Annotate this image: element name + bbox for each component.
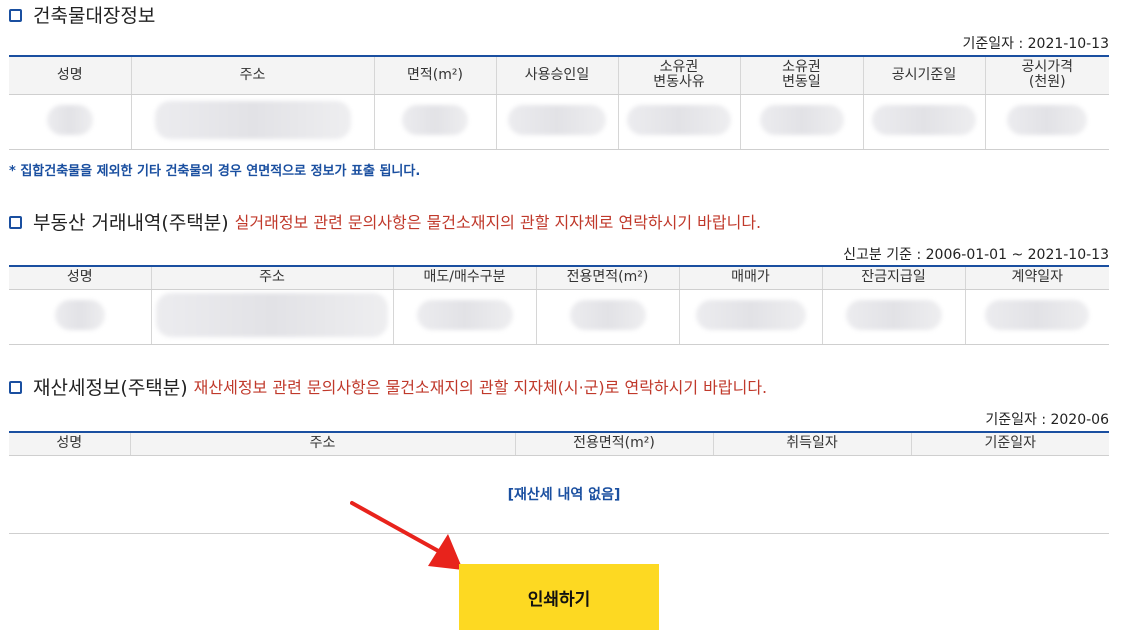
redacted-cell	[964, 289, 1109, 345]
building-section-title: 건축물대장정보	[9, 1, 155, 27]
building-footnote: * 집합건축물을 제외한 기타 건축물의 경우 연면적으로 정보가 표출 됩니다…	[9, 164, 421, 179]
property-tax-section-title: 재산세정보(주택분) 재산세정보 관련 문의사항은 물건소재지의 관할 지자체(…	[9, 373, 767, 399]
redacted-cell	[392, 289, 536, 345]
square-bullet-icon	[9, 216, 22, 229]
section-divider	[9, 533, 1109, 534]
table-row	[9, 94, 1109, 150]
transactions-col-balance-date: 잔금지급일	[821, 266, 965, 290]
property-tax-col-name: 성명	[9, 432, 130, 456]
building-col-approval-date: 사용승인일	[495, 56, 618, 95]
property-tax-col-exclusive-area: 전용면적(m²)	[514, 432, 713, 456]
transactions-title: 부동산 거래내역(주택분)	[33, 211, 229, 234]
transactions-col-address: 주소	[150, 266, 393, 290]
transactions-col-name: 성명	[9, 266, 151, 290]
redacted-cell	[495, 94, 618, 150]
redacted-cell	[9, 94, 131, 150]
building-col-ownership-reason: 소유권 변동사유	[617, 56, 740, 95]
redacted-cell	[617, 94, 740, 150]
redacted-cell	[678, 289, 822, 345]
square-bullet-icon	[9, 9, 22, 22]
transactions-section-title: 부동산 거래내역(주택분) 실거래정보 관련 문의사항은 물건소재지의 관할 지…	[9, 208, 761, 234]
transactions-col-exclusive-area: 전용면적(m²)	[535, 266, 679, 290]
redacted-cell	[984, 94, 1109, 150]
property-tax-date-note: 기준일자 : 2020-06	[985, 412, 1109, 428]
transactions-col-price: 매매가	[678, 266, 822, 290]
pointer-arrow-icon	[350, 501, 463, 570]
property-tax-notice: 재산세정보 관련 문의사항은 물건소재지의 관할 지자체(시·군)로 연락하시기…	[193, 378, 768, 397]
redacted-cell	[130, 94, 374, 150]
transactions-notice: 실거래정보 관련 문의사항은 물건소재지의 관할 지자체로 연락하시기 바랍니다…	[234, 213, 762, 232]
property-tax-col-address: 주소	[129, 432, 515, 456]
building-col-area: 면적(m²)	[373, 56, 496, 95]
print-button[interactable]: 인쇄하기	[459, 564, 659, 630]
building-table: 성명 주소 면적(m²) 사용승인일 소유권 변동사유 소유권 변동일 공시기준…	[9, 55, 1109, 150]
building-date-note: 기준일자 : 2021-10-13	[962, 36, 1110, 52]
building-title: 건축물대장정보	[33, 4, 156, 27]
table-row	[9, 289, 1109, 345]
building-col-notice-price: 공시가격 (천원)	[984, 56, 1109, 95]
transactions-table: 성명 주소 매도/매수구분 전용면적(m²) 매매가 잔금지급일 계약일자	[9, 265, 1109, 345]
redacted-cell	[821, 289, 965, 345]
redacted-cell	[862, 94, 985, 150]
redacted-cell	[535, 289, 679, 345]
redacted-cell	[150, 289, 393, 345]
property-tax-table: 성명 주소 전용면적(m²) 취득일자 기준일자	[9, 431, 1109, 456]
square-bullet-icon	[9, 381, 22, 394]
redacted-cell	[739, 94, 863, 150]
building-col-notice-date: 공시기준일	[862, 56, 985, 95]
property-tax-empty-message: [재산세 내역 없음]	[507, 487, 621, 503]
building-col-ownership-date: 소유권 변동일	[739, 56, 863, 95]
property-tax-col-acquisition-date: 취득일자	[712, 432, 911, 456]
transactions-date-note: 신고분 기준 : 2006-01-01 ~ 2021-10-13	[843, 247, 1109, 263]
property-tax-col-base-date: 기준일자	[910, 432, 1109, 456]
transactions-col-contract-date: 계약일자	[964, 266, 1109, 290]
redacted-cell	[9, 289, 151, 345]
building-col-address: 주소	[130, 56, 374, 95]
redacted-cell	[373, 94, 496, 150]
property-tax-title: 재산세정보(주택분)	[33, 376, 188, 399]
transactions-col-trade-type: 매도/매수구분	[392, 266, 536, 290]
building-col-name: 성명	[9, 56, 131, 95]
